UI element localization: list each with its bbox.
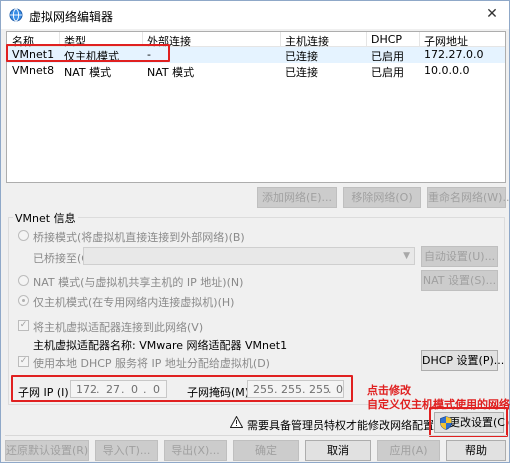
- connect-adapter-checkbox[interactable]: ✓: [18, 320, 29, 331]
- table-row[interactable]: VMnet8 NAT 模式 NAT 模式 已连接 已启用 10.0.0.0: [7, 63, 505, 79]
- highlight-box-change-settings: [429, 407, 508, 437]
- close-icon[interactable]: ✕: [475, 1, 509, 29]
- bridge-mode-label: 桥接模式(将虚拟机直接连接到外部网络)(B): [33, 231, 245, 244]
- host-only-radio[interactable]: [18, 295, 29, 306]
- cell-dhcp: 已启用: [371, 50, 404, 63]
- column-header-host[interactable]: 主机连接: [285, 33, 329, 48]
- cell-host: 已连接: [285, 50, 318, 63]
- chevron-down-icon: ▼: [403, 251, 410, 261]
- highlight-box-subnet: [11, 375, 353, 402]
- cancel-button[interactable]: 取消: [305, 440, 371, 461]
- bridged-to-select[interactable]: ▼: [83, 247, 415, 265]
- warning-icon: [230, 416, 243, 428]
- rename-network-button[interactable]: 重命名网络(W)...: [427, 187, 510, 208]
- virtual-network-editor-window: 虚拟网络编辑器 ✕ 名称 类型 外部连接 主机连接 DHCP 子网地址 VMne…: [0, 0, 510, 463]
- cell-name: VMnet8: [12, 64, 55, 77]
- export-button[interactable]: 导出(X)...: [164, 440, 227, 461]
- remove-network-button[interactable]: 移除网络(O): [343, 187, 421, 208]
- help-button[interactable]: 帮助: [446, 440, 506, 461]
- globe-network-icon: [9, 8, 23, 22]
- adapter-name-text: 主机虚拟适配器名称: VMware 网络适配器 VMnet1: [33, 339, 288, 352]
- connect-adapter-label: 将主机虚拟适配器连接到此网络(V): [33, 321, 204, 334]
- auto-settings-button[interactable]: 自动设置(U)...: [421, 246, 498, 267]
- dhcp-settings-button[interactable]: DHCP 设置(P)...: [421, 350, 504, 371]
- column-header-subnet[interactable]: 子网地址: [424, 33, 468, 48]
- divider: [5, 435, 507, 436]
- cell-external: NAT 模式: [147, 66, 195, 79]
- column-header-dhcp[interactable]: DHCP: [371, 33, 402, 47]
- host-only-label: 仅主机模式(在专用网络内连接虚拟机)(H): [33, 296, 235, 309]
- bridge-mode-radio[interactable]: [18, 230, 29, 241]
- import-button[interactable]: 导入(T)...: [95, 440, 158, 461]
- use-dhcp-checkbox[interactable]: ✓: [18, 356, 29, 367]
- add-network-button[interactable]: 添加网络(E)...: [257, 187, 337, 208]
- restore-defaults-button[interactable]: 还原默认设置(R): [5, 440, 89, 461]
- title-bar: 虚拟网络编辑器 ✕: [1, 1, 509, 29]
- cell-dhcp: 已启用: [371, 66, 404, 79]
- nat-mode-label: NAT 模式(与虚拟机共享主机的 IP 地址)(N): [33, 276, 244, 289]
- cell-subnet: 172.27.0.0: [424, 48, 484, 61]
- highlight-box-vmnet1: [6, 44, 170, 62]
- cell-type: NAT 模式: [64, 66, 112, 79]
- nat-settings-button[interactable]: NAT 设置(S)...: [421, 270, 498, 291]
- window-title: 虚拟网络编辑器: [29, 10, 114, 24]
- vmnet-info-label: VMnet 信息: [13, 210, 78, 226]
- ok-button[interactable]: 确定: [233, 440, 299, 461]
- nat-mode-radio[interactable]: [18, 275, 29, 286]
- use-dhcp-label: 使用本地 DHCP 服务将 IP 地址分配给虚拟机(D): [33, 357, 270, 370]
- cell-subnet: 10.0.0.0: [424, 64, 470, 77]
- cell-host: 已连接: [285, 66, 318, 79]
- admin-notice-text: 需要具备管理员特权才能修改网络配置。: [247, 419, 445, 432]
- apply-button[interactable]: 应用(A): [377, 440, 440, 461]
